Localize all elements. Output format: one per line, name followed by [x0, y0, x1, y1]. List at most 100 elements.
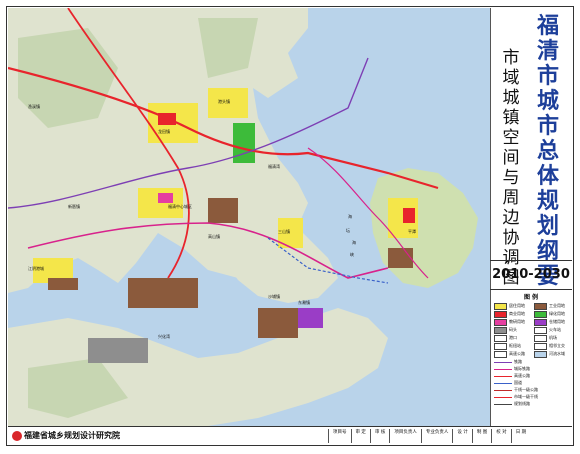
map-canvas: 福清湾 兴化湾 海 坛 海 峡 福清中心城区 江阴港城 龙田镇 港头镇 高山镇 …	[8, 8, 490, 426]
urban-green-1	[233, 123, 255, 163]
legend-line-label: 铁路	[514, 359, 522, 364]
legend-swatch	[534, 342, 547, 350]
legend-line-swatch	[494, 403, 512, 405]
legend-label: 机场	[549, 335, 557, 340]
legend-label: 枢纽站	[509, 343, 521, 348]
legend-label: 绿化用地	[549, 311, 565, 316]
legend-line-label: 规划线路	[514, 401, 530, 406]
legend-label: 码头	[509, 327, 517, 332]
legend-line-item: 规划线路	[494, 400, 530, 407]
legend-line-swatch	[494, 375, 512, 377]
label-town-6: 东瀚镇	[298, 299, 310, 305]
legend-item: 枢纽站	[494, 342, 521, 350]
port-south	[88, 338, 148, 363]
legend-title: 图 例	[523, 294, 539, 301]
legend-label: 相邻立交	[549, 343, 565, 348]
label-town-7: 新厝镇	[68, 203, 80, 209]
legend-item: 绿化用地	[534, 310, 565, 318]
legend-label: 港口	[509, 335, 517, 340]
legend-line-item: 城际铁路	[494, 365, 530, 372]
legend: 图 例 居住用地 工业用地商业用地 绿化用地教研用地 仓储用地码头 火车站港口 机场枢纽站…	[490, 290, 572, 426]
legend-swatch	[494, 310, 507, 318]
legend-swatch	[534, 326, 547, 334]
legend-item: 港口	[494, 334, 517, 342]
map-area: 福清湾 兴化湾 海 坛 海 峡 福清中心城区 江阴港城 龙田镇 港头镇 高山镇 …	[8, 8, 491, 426]
sub-title: 市域城镇空间与周边协调图	[502, 48, 520, 288]
legend-line-label: 城际铁路	[514, 366, 530, 371]
legend-label: 工业用地	[549, 303, 565, 308]
label-strait-1: 海	[348, 213, 352, 219]
main-title: 福清市城市总体规划纲要	[536, 14, 559, 289]
pingtan-commercial	[403, 208, 415, 223]
legend-label: 仓储用地	[549, 319, 565, 324]
signature-cell: 项目号	[328, 429, 351, 443]
legend-line-item: 铁路	[494, 358, 522, 365]
legend-item: 仓储用地	[534, 318, 565, 326]
title-panel: 福清市城市总体规划纲要 市域城镇空间与周边协调图 2010-2030 图 例 居…	[490, 8, 572, 426]
legend-line-item: 国道	[494, 379, 522, 386]
label-town-4: 三山镇	[278, 228, 290, 234]
legend-label: 高速公路	[509, 351, 525, 356]
pingtan-industrial	[388, 248, 413, 268]
signature-cell: 专业负责人	[420, 429, 453, 443]
signature-cell: 制 图	[471, 429, 491, 443]
legend-line-swatch	[494, 368, 512, 370]
label-bay-fuqing: 福清湾	[268, 163, 280, 169]
institute-text: 福建省城乡规划设计研究院	[24, 431, 120, 440]
legend-item: 居住用地	[494, 302, 525, 310]
legend-item: 河流水域	[534, 350, 565, 358]
industrial-south	[258, 308, 298, 338]
legend-item: 码头	[494, 326, 517, 334]
legend-item: 高速公路	[494, 350, 525, 358]
label-strait-4: 峡	[350, 251, 354, 257]
signature-row: 项目号审 定审 核项目负责人 专业负责人设 计制 图校 对日 期	[328, 429, 530, 443]
legend-item: 相邻立交	[534, 342, 565, 350]
legend-line-swatch	[494, 361, 512, 363]
legend-line-label: 国道	[514, 380, 522, 385]
label-city-left: 江阴港城	[28, 265, 44, 271]
label-town-9: 平潭	[408, 228, 416, 234]
signature-cell: 审 定	[350, 429, 370, 443]
legend-line-label: 高速公路	[514, 373, 530, 378]
legend-swatch	[534, 318, 547, 326]
legend-line-item: 市域一级干线	[494, 393, 538, 400]
legend-swatch	[494, 318, 507, 326]
legend-label: 河流水域	[549, 351, 565, 356]
label-strait-2: 坛	[346, 227, 350, 233]
label-town-8: 渔溪镇	[28, 103, 40, 109]
legend-swatch	[534, 310, 547, 318]
urban-edu-1	[158, 193, 173, 203]
legend-label: 教研用地	[509, 319, 525, 324]
legend-line-label: 市域一级干线	[514, 394, 538, 399]
label-city-center: 福清中心城区	[168, 203, 192, 209]
label-town-3: 高山镇	[208, 233, 220, 239]
industrial-coast	[128, 278, 198, 308]
legend-swatch	[494, 302, 507, 310]
legend-label: 商业用地	[509, 311, 525, 316]
institute-logo-icon	[12, 430, 22, 441]
storage-south	[298, 308, 323, 328]
year-range: 2010-2030	[490, 260, 572, 290]
legend-label: 火车站	[549, 327, 561, 332]
label-town-5: 沙埔镇	[268, 293, 280, 299]
legend-item: 商业用地	[494, 310, 525, 318]
legend-swatch	[494, 334, 507, 342]
legend-item: 教研用地	[494, 318, 525, 326]
legend-item: 机场	[534, 334, 557, 342]
legend-line-item: 高速公路	[494, 372, 530, 379]
label-strait-3: 海	[352, 239, 356, 245]
signature-cell: 审 核	[369, 429, 389, 443]
signature-cell: 日 期	[510, 429, 530, 443]
legend-line-item: 干线一级公路	[494, 386, 538, 393]
signature-cell: 设 计	[452, 429, 471, 443]
label-town-2: 港头镇	[218, 98, 230, 104]
legend-swatch	[534, 334, 547, 342]
legend-swatch	[534, 350, 547, 358]
legend-item: 工业用地	[534, 302, 565, 310]
legend-swatch	[494, 350, 507, 358]
legend-swatch	[494, 342, 507, 350]
label-town-1: 龙田镇	[158, 128, 170, 134]
legend-item: 火车站	[534, 326, 561, 334]
industrial-west	[48, 278, 78, 290]
legend-line-label: 干线一级公路	[514, 387, 538, 392]
